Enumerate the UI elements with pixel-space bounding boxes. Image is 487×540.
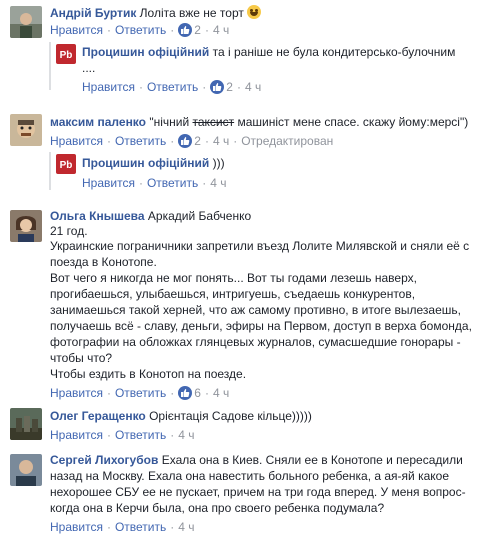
comment-author[interactable]: Андрій Буртик (50, 6, 136, 20)
reply-button[interactable]: Ответить (115, 386, 166, 400)
comment-1: Андрій Буртик Лоліта вже не торт Нравитс… (0, 0, 487, 94)
like-button[interactable]: Нравится (82, 176, 135, 190)
like-count-icon (178, 23, 193, 37)
avatar[interactable] (10, 6, 42, 38)
reply-thread-line (49, 42, 51, 90)
reply-author[interactable]: Процишин офіційний (82, 156, 209, 170)
reply-text: та і раніше не була кондитерсько-булочни… (212, 45, 456, 59)
reply-text: ))) (212, 156, 225, 170)
timestamp[interactable]: 4 ч (210, 176, 226, 190)
avatar[interactable] (10, 114, 42, 146)
like-button[interactable]: Нравится (50, 428, 103, 442)
avatar[interactable] (10, 210, 42, 242)
like-count[interactable]: 2 (226, 80, 233, 94)
reply-button[interactable]: Ответить (115, 520, 166, 534)
like-count[interactable]: 6 (194, 386, 201, 400)
comment-text: Орієнтація Садове кільце))))) (149, 409, 312, 423)
timestamp[interactable]: 4 ч (178, 520, 194, 534)
comment-4: Олег Геращенко Орієнтація Садове кільце)… (0, 404, 487, 444)
reply-button[interactable]: Ответить (115, 23, 166, 37)
reply-thread-line (49, 152, 51, 190)
comment-paragraph-3: Чтобы ездить в Конотоп на поезде. (50, 367, 247, 381)
comment-author[interactable]: Ольга Кнышева (50, 209, 145, 223)
reply-author[interactable]: Процишин офіційний (82, 45, 209, 59)
comment-paragraph-1: Украинские пограничники запретили въезд … (50, 239, 470, 269)
like-button[interactable]: Нравится (50, 23, 103, 37)
avatar[interactable] (10, 408, 42, 440)
timestamp[interactable]: 4 ч (245, 80, 261, 94)
like-count-icon (178, 386, 193, 400)
comment-text-strikethrough: таксист (192, 115, 235, 129)
svg-text:Pb: Pb (60, 160, 73, 171)
edited-label[interactable]: Отредактирован (241, 134, 333, 148)
comment-3: Ольга Кнышева Аркадий Бабченко 21 год. У… (0, 204, 487, 400)
like-button[interactable]: Нравится (50, 134, 103, 148)
like-button[interactable]: Нравится (50, 386, 103, 400)
laughing-emoji-icon (247, 5, 262, 19)
timestamp[interactable]: 4 ч (213, 386, 229, 400)
timestamp[interactable]: 4 ч (213, 134, 229, 148)
like-button[interactable]: Нравится (82, 80, 135, 94)
like-count[interactable]: 2 (194, 23, 201, 37)
comment-author[interactable]: Олег Геращенко (50, 409, 146, 423)
post-age: 21 год. (50, 224, 88, 238)
comment-text-end: машиніст мене спасе. скажу йому:мерсі") (234, 115, 469, 129)
like-count[interactable]: 2 (194, 134, 201, 148)
like-count-icon (178, 134, 193, 148)
avatar[interactable] (10, 454, 42, 486)
reply-button[interactable]: Ответить (115, 428, 166, 442)
comment-paragraph-2: Вот чего я никогда не мог понять... Вот … (50, 271, 472, 365)
timestamp[interactable]: 4 ч (178, 428, 194, 442)
reply-button[interactable]: Ответить (115, 134, 166, 148)
comment-text: Лоліта вже не торт (139, 6, 244, 20)
like-count-icon (210, 80, 225, 94)
page-logo-avatar[interactable]: Pb (56, 44, 76, 64)
comment-author[interactable]: максим паленко (50, 115, 146, 129)
mention[interactable]: Аркадий Бабченко (148, 209, 251, 223)
timestamp[interactable]: 4 ч (213, 23, 229, 37)
page-logo-avatar[interactable]: Pb (56, 154, 76, 174)
comment-text-start: "нічний (149, 115, 193, 129)
like-button[interactable]: Нравится (50, 520, 103, 534)
comment-author[interactable]: Сергей Лихогубов (50, 453, 158, 467)
reply-text-cont: .... (82, 61, 96, 75)
comment-5: Сергей Лихогубов Ехала она в Киев. Сняли… (0, 448, 487, 540)
svg-text:Pb: Pb (60, 50, 73, 61)
reply-button[interactable]: Ответить (147, 80, 198, 94)
reply-button[interactable]: Ответить (147, 176, 198, 190)
comment-2: максим паленко "нічний таксист машиніст … (0, 112, 487, 194)
